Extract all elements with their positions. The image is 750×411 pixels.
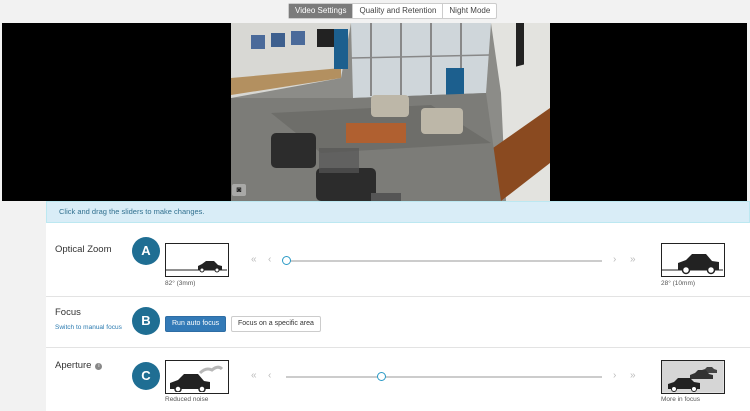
wide-angle-thumbnail <box>165 243 229 277</box>
focus-row: Focus Switch to manual focus B Run auto … <box>46 297 750 348</box>
zoom-next-arrow[interactable]: › <box>613 254 616 265</box>
zoom-min-caption: 82° (3mm) <box>165 280 196 287</box>
zoom-prev-arrow[interactable]: ‹ <box>268 254 271 265</box>
aperture-first-arrow[interactable]: « <box>251 370 257 381</box>
aperture-badge: C <box>132 362 160 390</box>
manual-focus-link[interactable]: Switch to manual focus <box>55 324 122 331</box>
zoom-slider-handle[interactable] <box>282 256 291 265</box>
more-in-focus-thumbnail <box>661 360 725 394</box>
optical-zoom-row: Optical Zoom A 82° (3mm) « ‹ › » 28° (10… <box>46 223 750 297</box>
aperture-last-arrow[interactable]: » <box>630 370 636 381</box>
aperture-label-wrap: Aperture i <box>55 360 103 371</box>
focus-badge: B <box>132 307 160 335</box>
telephoto-thumbnail <box>661 243 725 277</box>
aperture-next-arrow[interactable]: › <box>613 370 616 381</box>
optical-zoom-label: Optical Zoom <box>55 244 112 255</box>
tab-quality-and-retention[interactable]: Quality and Retention <box>353 4 444 18</box>
camera-feed-image <box>231 23 550 201</box>
aperture-prev-arrow[interactable]: ‹ <box>268 370 271 381</box>
instructions-banner: Click and drag the sliders to make chang… <box>46 201 750 223</box>
aperture-min-caption: Reduced noise <box>165 396 209 403</box>
focus-label: Focus <box>55 307 81 318</box>
aperture-max-caption: More in focus <box>661 396 701 403</box>
zoom-last-arrow[interactable]: » <box>630 254 636 265</box>
settings-tabs: Video Settings Quality and Retention Nig… <box>288 3 498 19</box>
zoom-first-arrow[interactable]: « <box>251 254 257 265</box>
zoom-max-caption: 28° (10mm) <box>661 280 696 287</box>
info-icon[interactable]: i <box>95 363 103 370</box>
tab-video-settings[interactable]: Video Settings <box>289 4 354 18</box>
focus-specific-area-button[interactable]: Focus on a specific area <box>231 316 321 332</box>
run-auto-focus-button[interactable]: Run auto focus <box>165 316 227 332</box>
camera-icon[interactable]: ◙ <box>232 184 246 196</box>
zoom-badge: A <box>132 237 160 265</box>
video-preview: ◙ <box>2 23 747 201</box>
aperture-slider-track[interactable] <box>286 376 602 378</box>
settings-panel: Click and drag the sliders to make chang… <box>46 201 750 411</box>
tab-night-mode[interactable]: Night Mode <box>443 4 496 18</box>
camera-settings-page: Video Settings Quality and Retention Nig… <box>0 0 750 411</box>
zoom-slider-track[interactable] <box>286 260 602 262</box>
reduced-noise-thumbnail <box>165 360 229 394</box>
aperture-row: Aperture i C Reduced noise « ‹ › » More … <box>46 348 750 411</box>
aperture-slider-handle[interactable] <box>376 372 386 381</box>
aperture-label: Aperture <box>55 360 92 371</box>
